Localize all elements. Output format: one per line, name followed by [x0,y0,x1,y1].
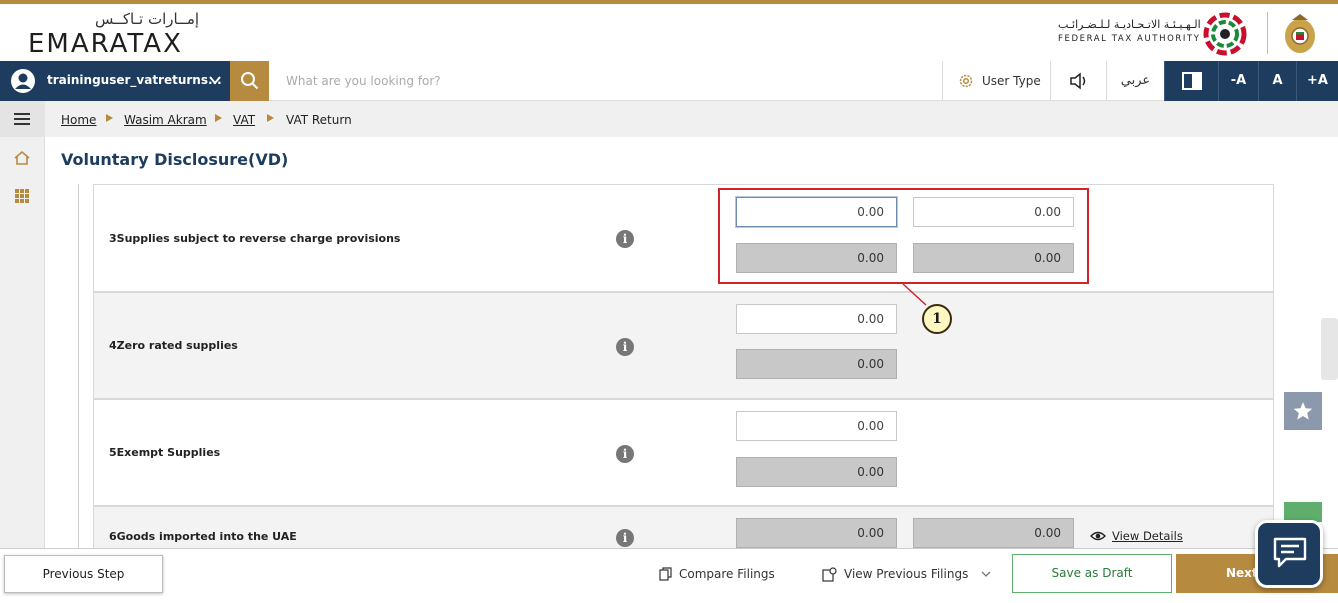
page-title: Voluntary Disclosure(VD) [61,150,289,169]
uae-emblem-icon [1285,14,1315,53]
favorite-button[interactable] [1284,392,1322,430]
top-navbar: traininguser_vatreturns... User Type عرب… [0,61,1338,101]
sidebar-menu-toggle[interactable] [0,101,45,137]
annotation-highlight-box [718,188,1089,284]
breadcrumb-profile-link[interactable]: Wasim Akram [124,113,207,127]
breadcrumb-separator-icon [267,114,274,122]
search-input[interactable] [276,67,926,95]
fta-name-arabic: الـهـيـئـة الاتـحـاديـة لـلـضـرائـب [1058,18,1201,31]
emaratax-logo: EMARATAX [28,29,183,59]
chat-icon [1273,537,1307,568]
amount-readonly: 0.00 [736,457,897,487]
home-icon [14,150,30,165]
speaker-icon [1070,72,1086,90]
fta-emblem-icon [1203,12,1247,56]
font-decrease-button[interactable]: -A [1218,61,1258,101]
view-details-link[interactable]: View Details [1112,529,1183,543]
vat-return-form: 3Supplies subject to reverse charge prov… [45,184,1293,548]
amount-input[interactable]: 0.00 [736,304,897,334]
user-type-button[interactable]: User Type [942,61,1050,101]
row-label: 4Zero rated supplies [109,339,238,352]
star-icon [1293,402,1313,420]
breadcrumb-vat-link[interactable]: VAT [233,113,255,127]
search-button[interactable] [230,61,269,101]
breadcrumb: Home Wasim Akram VAT VAT Return [45,101,1338,137]
action-footer: Previous Step Compare Filings View Previ… [0,548,1338,603]
amount-readonly: 0.00 [736,349,897,379]
amount-readonly: 0.00 [736,518,897,548]
font-increase-button[interactable]: +A [1296,61,1338,101]
page-scrollbar[interactable] [1321,318,1338,380]
breadcrumb-separator-icon [215,114,222,122]
username-label: traininguser_vatreturns... [47,73,222,87]
copy-icon [659,567,672,581]
sidebar-item-apps[interactable] [0,178,45,214]
font-normal-button[interactable]: A [1258,61,1296,101]
vat-amount-readonly: 0.00 [913,518,1074,548]
language-toggle[interactable]: عربي [1106,61,1164,101]
fta-name-english: FEDERAL TAX AUTHORITY [1058,34,1201,44]
emaratax-logo-arabic: إمــارات تـاكــس [95,10,200,28]
left-sidebar [0,101,45,548]
row-label: 5Exempt Supplies [109,446,221,459]
compare-filings-link[interactable]: Compare Filings [659,567,775,581]
annotation-callout-badge: 1 [922,304,952,334]
contrast-icon [1182,72,1202,90]
contrast-toggle-button[interactable] [1164,61,1218,101]
chat-support-button[interactable] [1255,520,1323,588]
history-icon [822,567,837,582]
user-menu-dropdown[interactable]: traininguser_vatreturns... [0,61,230,101]
gear-icon [959,74,973,88]
user-avatar-icon [11,69,35,93]
return-row-4: 4Zero rated supplies i 0.00 0.00 [93,292,1274,399]
info-icon[interactable]: i [616,445,634,463]
row-label: 6Goods imported into the UAE [109,530,297,543]
eye-icon [1090,531,1106,541]
grid-icon [15,189,29,203]
user-type-label: User Type [982,74,1041,88]
return-row-6: 6Goods imported into the UAE i 0.00 0.00… [93,506,1274,548]
scroll-to-top-button[interactable] [1284,502,1322,522]
compare-filings-label: Compare Filings [679,567,775,581]
hamburger-menu-icon [14,113,30,125]
amount-input[interactable]: 0.00 [736,411,897,441]
view-previous-filings-label: View Previous Filings [844,567,969,581]
chevron-down-icon [209,76,221,85]
callout-pointer [902,283,927,306]
info-icon[interactable]: i [616,230,634,248]
sidebar-item-home[interactable] [0,140,45,176]
site-header: إمــارات تـاكــس EMARATAX الـهـيـئـة الا… [0,4,1338,61]
breadcrumb-separator-icon [106,114,113,122]
info-icon[interactable]: i [616,529,634,547]
view-previous-filings-dropdown[interactable]: View Previous Filings [822,567,991,582]
breadcrumb-current: VAT Return [286,113,352,127]
info-icon[interactable]: i [616,338,634,356]
breadcrumb-home-link[interactable]: Home [61,113,96,127]
return-row-5: 5Exempt Supplies i 0.00 0.00 [93,399,1274,506]
row-label: 3Supplies subject to reverse charge prov… [109,232,401,245]
header-divider [1267,12,1268,54]
return-row-3: 3Supplies subject to reverse charge prov… [93,184,1274,292]
search-icon [241,72,259,90]
audio-reader-button[interactable] [1050,61,1106,101]
save-as-draft-button[interactable]: Save as Draft [1012,554,1172,593]
chevron-down-icon [981,571,991,577]
previous-step-button[interactable]: Previous Step [4,555,163,593]
